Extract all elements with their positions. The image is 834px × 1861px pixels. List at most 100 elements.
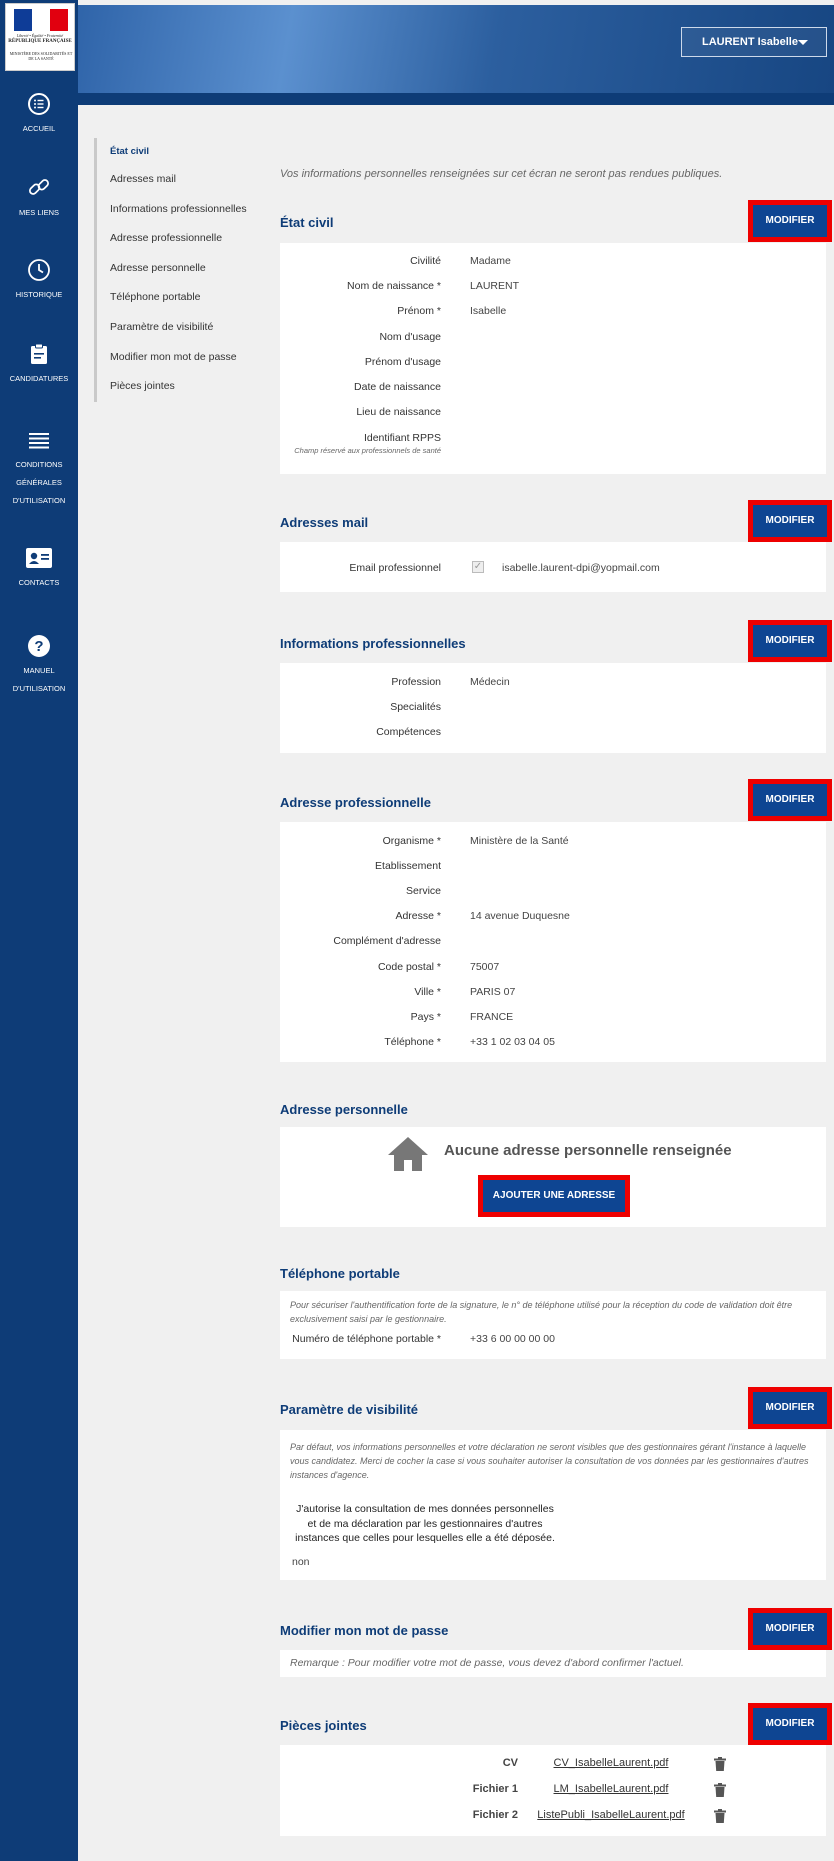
file-link[interactable]: CV_IsabelleLaurent.pdf [516,1757,706,1769]
contact-card-icon [26,548,52,568]
field-telephone-pro: Téléphone * +33 1 02 03 04 05 [280,1036,826,1050]
modify-adresses-mail-button[interactable]: MODIFIER [748,500,832,542]
user-name: LAURENT Isabelle [702,36,798,48]
card-adresses-mail: Email professionnel ✓ isabelle.laurent-d… [280,542,826,592]
field-value: isabelle.laurent-dpi@yopmail.com [502,562,660,574]
field-label: Numéro de téléphone portable * [292,1333,441,1345]
section-nav-mot-de-passe[interactable]: Modifier mon mot de passe [97,343,254,373]
sidebar-item-label: MES LIENS [18,208,59,217]
section-title-visibilite: Paramètre de visibilité [280,1402,419,1417]
field-label: Ville * [414,986,441,998]
field-label: Date de naissance [354,381,441,393]
trash-icon[interactable] [714,1783,726,1797]
field-nom-naissance: Nom de naissance * LAURENT [280,280,826,294]
header-banner: LAURENT Isabelle [78,5,834,93]
help-icon: ? [28,635,50,657]
section-title-mot-de-passe: Modifier mon mot de passe [280,1623,449,1638]
field-lieu-naissance: Lieu de naissance [280,406,826,420]
field-label: Civilité [410,255,441,267]
sidebar-item-cgu[interactable]: CONDITIONS GÉNÉRALES D'UTILISATION [0,428,78,510]
field-pays: Pays * FRANCE [280,1011,826,1025]
home-icon [388,1137,428,1171]
consent-line-1: J'autorise la consultation de mes donnée… [296,1503,554,1515]
sidebar-item-accueil[interactable]: ACCUEIL [0,92,78,138]
field-prenom: Prénom * Isabelle [280,305,826,319]
field-label: Etablissement [375,860,441,872]
cgu-line-1: CONDITIONS [15,460,63,469]
field-prenom-usage: Prénom d'usage [280,356,826,370]
field-competences: Compétences [280,726,826,740]
section-title-pieces-jointes: Pièces jointes [280,1718,367,1733]
clock-icon [28,259,50,281]
field-telephone-portable: Numéro de téléphone portable * +33 6 00 … [280,1333,826,1347]
field-ville: Ville * PARIS 07 [280,986,826,1000]
section-title-infos-pro: Informations professionnelles [280,636,466,651]
card-adresse-perso: Aucune adresse personnelle renseignée AJ… [280,1127,826,1227]
sidebar-item-candidatures[interactable]: CANDIDATURES [0,342,78,388]
consent-text: J'autorise la consultation de mes donnée… [280,1502,570,1546]
modify-visibilite-button[interactable]: MODIFIER [748,1387,832,1429]
sidebar-item-mes-liens[interactable]: MES LIENS [0,174,78,222]
section-title-telephone: Téléphone portable [280,1266,400,1281]
field-label: Code postal * [377,961,441,973]
modify-label: MODIFIER [753,505,827,537]
logo-ministry: MINISTÈRE DES SOLIDARITÉS ET DE LA SANTÉ [9,51,73,61]
trash-icon[interactable] [714,1757,726,1771]
card-visibilite: Par défaut, vos informations personnelle… [280,1430,826,1580]
file-row-fichier-2: Fichier 2 ListePubli_IsabelleLaurent.pdf [280,1809,826,1825]
field-civilite: Civilité Madame [280,255,826,269]
add-address-button[interactable]: AJOUTER UNE ADRESSE [478,1175,630,1217]
file-label: Fichier 1 [472,1783,518,1795]
svg-text:?: ? [34,638,43,655]
field-label: Organisme * [382,835,441,847]
consent-line-3: instances que celles pour lesquelles ell… [295,1532,555,1544]
field-label: Adresse * [395,910,441,922]
modify-label: MODIFIER [753,1392,827,1424]
field-label: Téléphone * [384,1036,441,1048]
section-nav-visibilite[interactable]: Paramètre de visibilité [97,313,254,343]
email-checkbox[interactable]: ✓ [472,561,484,573]
field-adresse: Adresse * 14 avenue Duquesne [280,910,826,924]
list-circle-icon [28,93,50,115]
file-row-cv: CV CV_IsabelleLaurent.pdf [280,1757,826,1773]
section-nav-etat-civil[interactable]: État civil [97,138,254,165]
file-link[interactable]: ListePubli_IsabelleLaurent.pdf [516,1809,706,1821]
field-complement: Complément d'adresse [280,935,826,949]
section-nav-adresses-mail[interactable]: Adresses mail [97,165,254,195]
modify-etat-civil-button[interactable]: MODIFIER [748,200,832,242]
modify-label: MODIFIER [753,784,827,816]
sidebar-item-label: CONTACTS [18,578,60,587]
caret-down-icon [798,40,808,45]
cgu-line-3: D'UTILISATION [12,496,66,505]
republique-francaise-logo[interactable]: Liberté • Égalité • Fraternité RÉPUBLIQU… [5,3,75,71]
field-date-naissance: Date de naissance [280,381,826,395]
section-nav-pieces-jointes[interactable]: Pièces jointes [97,372,254,402]
field-value: 14 avenue Duquesne [470,910,570,922]
field-rpps: Identifiant RPPS Champ réservé aux profes… [280,432,826,455]
modify-mot-de-passe-button[interactable]: MODIFIER [748,1608,832,1650]
user-menu-button[interactable]: LAURENT Isabelle [681,27,827,57]
section-nav-adresse-pro[interactable]: Adresse professionnelle [97,224,254,254]
modify-infos-pro-button[interactable]: MODIFIER [748,620,832,662]
section-nav-telephone[interactable]: Téléphone portable [97,283,254,313]
sidebar-item-contacts[interactable]: CONTACTS [0,546,78,592]
section-nav: État civil Adresses mail Informations pr… [94,138,254,402]
section-nav-adresse-perso[interactable]: Adresse personnelle [97,254,254,284]
field-specialites: Specialités [280,701,826,715]
card-infos-pro: Profession Médecin Specialités Compétence… [280,663,826,753]
sidebar-item-historique[interactable]: HISTORIQUE [0,258,78,304]
field-label: Identifiant RPPS [363,432,441,444]
modify-adresse-pro-button[interactable]: MODIFIER [748,779,832,821]
trash-icon[interactable] [714,1809,726,1823]
card-adresse-pro: Organisme * Ministère de la Santé Etablis… [280,822,826,1062]
file-link[interactable]: LM_IsabelleLaurent.pdf [516,1783,706,1795]
field-etablissement: Etablissement [280,860,826,874]
sidebar-item-manuel[interactable]: ? MANUEL D'UTILISATION [0,634,78,698]
logo-republic: RÉPUBLIQUE FRANÇAISE [8,39,72,44]
modify-pieces-jointes-button[interactable]: MODIFIER [748,1703,832,1745]
mot-de-passe-info: Remarque : Pour modifier votre mot de pa… [290,1657,684,1669]
field-value: Médecin [470,676,510,688]
section-nav-infos-pro[interactable]: Informations professionnelles [97,195,254,225]
field-label: Specialités [390,701,441,713]
field-value: FRANCE [470,1011,514,1023]
